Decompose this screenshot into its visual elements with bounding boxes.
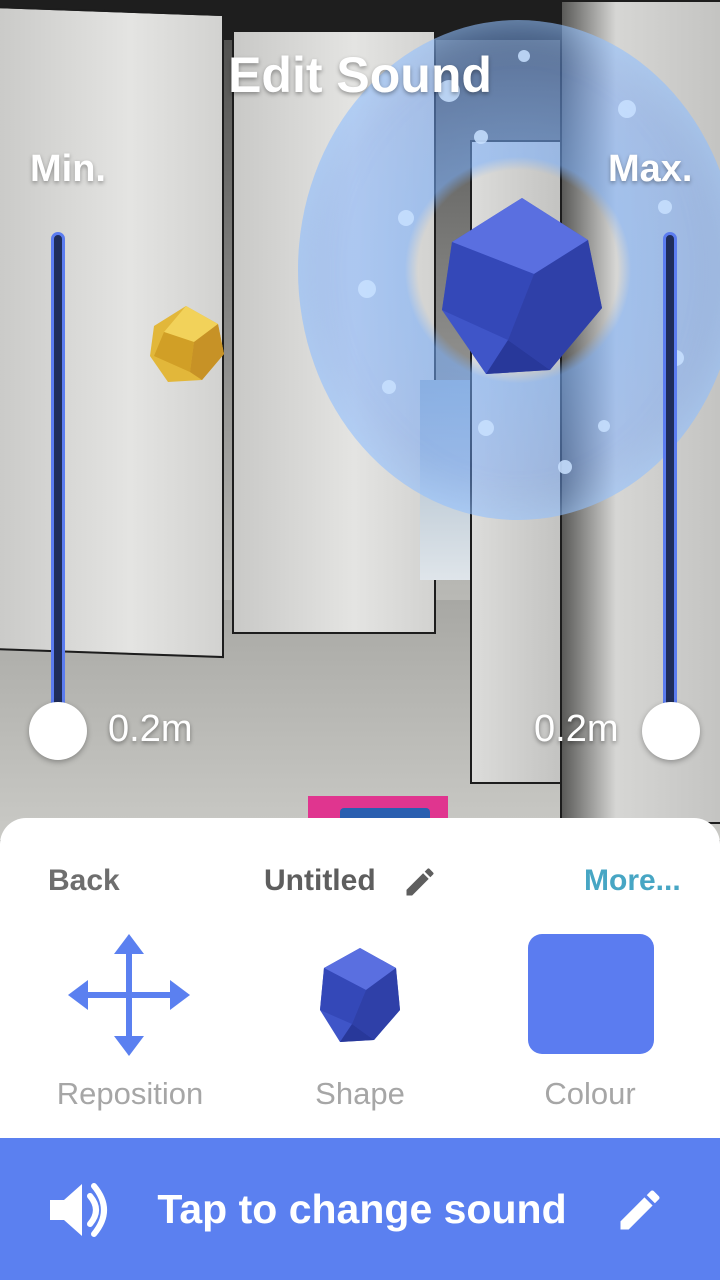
yellow-sound-object[interactable] [144,302,228,386]
change-sound-label[interactable]: Tap to change sound [0,1186,720,1233]
max-distance-value: 0.2m [534,708,619,750]
min-distance-slider-thumb[interactable] [29,702,87,760]
back-button[interactable]: Back [48,864,120,898]
more-button[interactable]: More... [584,864,681,898]
colour-swatch-icon[interactable] [528,934,654,1054]
selected-sound-object[interactable] [438,192,606,382]
shape-label[interactable]: Shape [260,1076,460,1112]
sound-name[interactable]: Untitled [264,864,376,898]
pencil-icon[interactable] [614,1184,666,1236]
icosahedron-icon[interactable] [318,946,402,1046]
min-distance-value: 0.2m [108,708,193,750]
reposition-label[interactable]: Reposition [30,1076,230,1112]
page-title: Edit Sound [228,47,492,103]
min-slider-label: Min. [30,148,106,190]
move-arrows-icon[interactable] [68,934,190,1056]
rename-pencil-icon[interactable] [402,864,438,900]
colour-label[interactable]: Colour [490,1076,690,1112]
max-distance-slider-thumb[interactable] [642,702,700,760]
min-distance-slider-track[interactable] [51,232,65,722]
screen: Edit Sound Min. 0.2m Max. 0.2m Back Unti… [0,0,720,1280]
max-distance-slider-track[interactable] [663,232,677,722]
max-slider-label: Max. [608,148,693,190]
